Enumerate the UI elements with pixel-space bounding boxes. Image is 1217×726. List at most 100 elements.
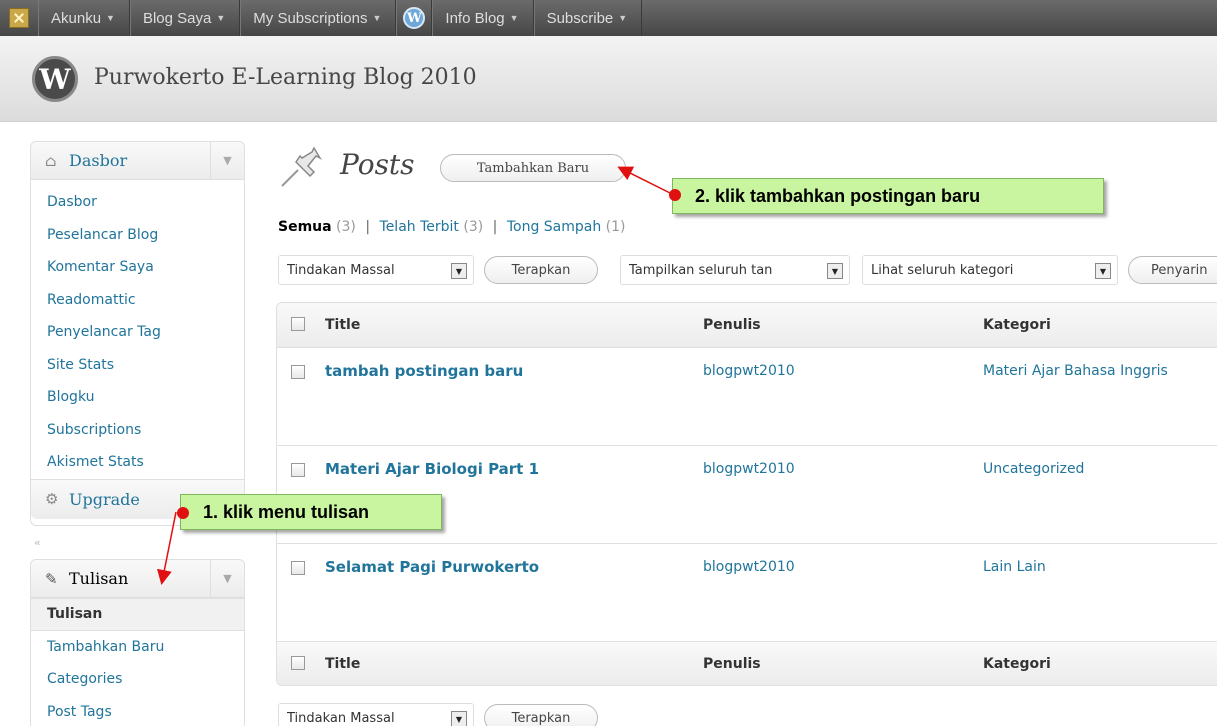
adminbar-info-blog-label: Info Blog <box>445 9 505 27</box>
column-category: Kategori <box>983 317 1051 333</box>
home-icon: ⌂ <box>45 151 57 170</box>
post-status-filters: Semua (3) | Telah Terbit (3) | Tong Samp… <box>278 219 626 235</box>
adminbar-subscribe[interactable]: Subscribe ▼ <box>533 0 643 36</box>
post-author-link[interactable]: blogpwt2010 <box>703 461 795 477</box>
pushpin-icon: ✎ <box>45 569 58 588</box>
post-title-link[interactable]: Materi Ajar Biologi Part 1 <box>325 460 539 478</box>
page-title: Posts <box>340 148 415 181</box>
sidebar-item-dasbor[interactable]: Dasbor <box>31 186 244 219</box>
post-category-link[interactable]: Uncategorized <box>983 461 1084 477</box>
row-checkbox[interactable] <box>291 463 305 477</box>
site-title[interactable]: Purwokerto E-Learning Blog 2010 <box>94 65 477 90</box>
chevron-down-icon: ▼ <box>372 13 382 23</box>
chevron-down-icon[interactable]: ▼ <box>210 560 244 597</box>
column-category: Kategori <box>983 656 1051 672</box>
adminbar-my-subscriptions[interactable]: My Subscriptions ▼ <box>240 0 397 36</box>
site-header: W Purwokerto E-Learning Blog 2010 <box>0 36 1217 122</box>
chevron-down-icon: ▼ <box>451 711 467 726</box>
row-checkbox[interactable] <box>291 365 305 379</box>
arrow-to-add-new <box>617 166 673 195</box>
filter-trash-count: (1) <box>605 219 626 235</box>
step2-callout: 2. klik tambahkan postingan baru <box>669 178 1104 214</box>
column-author: Penulis <box>703 656 761 672</box>
bulk-actions-value: Tindakan Massal <box>287 710 395 726</box>
bulk-actions-select-bottom[interactable]: Tindakan Massal ▼ <box>278 703 474 726</box>
table-footer: Title Penulis Kategori <box>277 641 1217 685</box>
sidebar-item-komentar-saya[interactable]: Komentar Saya <box>31 251 244 284</box>
category-filter-value: Lihat seluruh kategori <box>871 262 1014 278</box>
chevron-down-icon: ▼ <box>106 13 115 23</box>
select-all-checkbox[interactable] <box>291 656 305 670</box>
marker-dot <box>669 189 681 201</box>
step1-text: 1. klik menu tulisan <box>203 501 370 522</box>
sidebar-item-tulisan[interactable]: Tulisan <box>31 598 244 631</box>
chevron-down-icon: ▼ <box>827 263 843 279</box>
adminbar-akunku[interactable]: Akunku ▼ <box>38 0 130 36</box>
sidebar-item-blogku[interactable]: Blogku <box>31 381 244 414</box>
step1-callout: 1. klik menu tulisan <box>177 494 442 530</box>
row-checkbox[interactable] <box>291 561 305 575</box>
adminbar-akunku-label: Akunku <box>51 9 102 27</box>
post-title-link[interactable]: tambah postingan baru <box>325 362 523 380</box>
adminbar-blog-saya[interactable]: Blog Saya ▼ <box>129 0 241 36</box>
table-header: Title Penulis Kategori <box>277 303 1217 347</box>
apply-button-bottom[interactable]: Terapkan <box>484 704 598 726</box>
collapse-menu-icon[interactable]: « <box>34 536 41 549</box>
post-category-link[interactable]: Materi Ajar Bahasa Inggris <box>983 363 1168 379</box>
filter-published-link[interactable]: Telah Terbit <box>380 219 459 235</box>
sidebar-item-readomattic[interactable]: Readomattic <box>31 284 244 317</box>
post-title-link[interactable]: Selamat Pagi Purwokerto <box>325 558 539 576</box>
dashboard-menu-title: Dasbor <box>69 151 128 170</box>
column-title[interactable]: Title <box>325 317 360 333</box>
chevron-down-icon: ▼ <box>1095 263 1111 279</box>
wordpress-icon: W <box>403 7 426 29</box>
adminbar-my-subscriptions-label: My Subscriptions <box>253 9 368 27</box>
marker-dot <box>177 507 189 519</box>
category-filter-select[interactable]: Lihat seluruh kategori ▼ <box>862 255 1118 285</box>
sidebar-item-akismet-stats[interactable]: Akismet Stats <box>31 446 244 479</box>
step2-text: 2. klik tambahkan postingan baru <box>695 185 981 206</box>
posts-menu: ✎ Tulisan ▼ Tulisan Tambahkan Baru Categ… <box>30 559 245 726</box>
column-author: Penulis <box>703 317 761 333</box>
chevron-down-icon: ▼ <box>509 13 519 23</box>
filter-published-count: (3) <box>463 219 484 235</box>
sidebar-item-peselancar-blog[interactable]: Peselancar Blog <box>31 219 244 252</box>
filter-all-count: (3) <box>336 219 356 235</box>
pushpin-icon <box>281 146 322 187</box>
posts-menu-head[interactable]: ✎ Tulisan ▼ <box>31 560 244 598</box>
column-title[interactable]: Title <box>325 656 360 672</box>
sidebar-item-site-stats[interactable]: Site Stats <box>31 349 244 382</box>
chevron-down-icon[interactable]: ▼ <box>210 142 244 179</box>
adminbar-info-blog[interactable]: Info Blog ▼ <box>432 0 534 36</box>
filter-all-link[interactable]: Semua <box>278 219 332 235</box>
bulk-actions-value: Tindakan Massal <box>287 262 395 278</box>
date-filter-value: Tampilkan seluruh tan <box>629 262 773 278</box>
sidebar-item-tambahkan-baru[interactable]: Tambahkan Baru <box>31 631 244 664</box>
adminbar-subscribe-label: Subscribe <box>546 9 614 27</box>
chevron-down-icon: ▼ <box>451 263 467 279</box>
post-category-link[interactable]: Lain Lain <box>983 559 1046 575</box>
sidebar-item-post-tags[interactable]: Post Tags <box>31 696 244 726</box>
sidebar-item-subscriptions[interactable]: Subscriptions <box>31 414 244 447</box>
sidebar-item-categories[interactable]: Categories <box>31 663 244 696</box>
wordpress-logo-icon[interactable]: W <box>32 56 78 102</box>
posts-menu-title: Tulisan <box>69 569 129 588</box>
post-author-link[interactable]: blogpwt2010 <box>703 363 795 379</box>
site-badge-icon[interactable] <box>0 0 38 36</box>
chevron-down-icon: ▼ <box>618 13 628 23</box>
adminbar-wordpress-button[interactable]: W <box>396 0 433 36</box>
chevron-down-icon: ▼ <box>216 13 226 23</box>
page: Akunku ▼ Blog Saya ▼ My Subscriptions ▼ W I… <box>0 0 1217 726</box>
add-new-post-button[interactable]: Tambahkan Baru <box>440 154 626 182</box>
filter-trash-link[interactable]: Tong Sampah <box>507 219 601 235</box>
dashboard-menu-head[interactable]: ⌂ Dasbor ▼ <box>31 142 244 180</box>
sidebar-item-penyelancar-tag[interactable]: Penyelancar Tag <box>31 316 244 349</box>
date-filter-select[interactable]: Tampilkan seluruh tan ▼ <box>620 255 850 285</box>
post-author-link[interactable]: blogpwt2010 <box>703 559 795 575</box>
admin-bar: Akunku ▼ Blog Saya ▼ My Subscriptions ▼ W I… <box>0 0 1217 36</box>
select-all-checkbox[interactable] <box>291 317 305 331</box>
bulk-actions-select[interactable]: Tindakan Massal ▼ <box>278 255 474 285</box>
gear-icon: ⚙ <box>45 490 59 508</box>
apply-button[interactable]: Terapkan <box>484 256 598 284</box>
filter-button[interactable]: Penyarin <box>1128 256 1217 284</box>
